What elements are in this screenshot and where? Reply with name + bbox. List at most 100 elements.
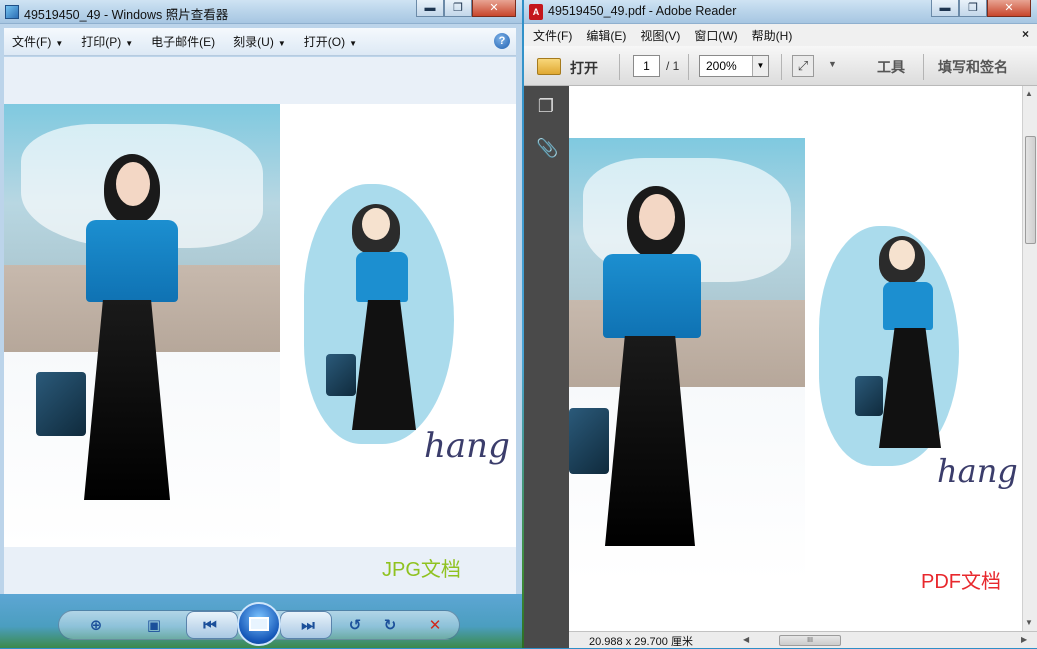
page-total: / 1 [666, 59, 680, 73]
blue-sweater [603, 254, 701, 338]
street-photo [4, 104, 280, 547]
vertical-scrollbar[interactable]: ▲ ▼ [1022, 86, 1037, 631]
maximize-icon: ❐ [453, 1, 463, 14]
close-icon: ✕ [489, 1, 499, 14]
adobe-reader-window: A 49519450_49.pdf - Adobe Reader ▬ ❐ ✕ 文… [524, 0, 1037, 648]
chevron-down-icon[interactable]: ▼ [828, 59, 837, 69]
close-icon: ✕ [1004, 1, 1014, 14]
woman-face [116, 162, 150, 206]
chevron-down-icon[interactable]: ▼ [752, 56, 768, 76]
zoom-value: 200% [706, 59, 737, 73]
attachment-icon[interactable]: 📎 [536, 138, 558, 160]
pdf-street-photo [569, 138, 805, 582]
maximize-button[interactable]: ❐ [959, 0, 987, 17]
blue-sweater [86, 220, 178, 302]
menu-help[interactable]: 帮助(H) [752, 27, 793, 44]
menu-print[interactable]: 打印(P) ▼ [81, 33, 133, 50]
menu-file[interactable]: 文件(F) ▼ [12, 33, 63, 50]
illustration-bag [326, 354, 356, 396]
illustration-signature: hang [424, 426, 510, 466]
fashion-illustration: hang [294, 164, 510, 524]
scroll-down-icon[interactable]: ▼ [1025, 618, 1033, 627]
viewer-window-controls: ▬ ❐ ✕ [416, 0, 516, 17]
menu-burn-label: 刻录(U) [233, 35, 274, 49]
maximize-icon: ❐ [968, 1, 978, 14]
pdf-caption: PDF文档 [921, 571, 1001, 593]
actual-size-icon[interactable]: ▣ [142, 614, 166, 636]
slideshow-icon [249, 617, 269, 631]
pdf-document-view[interactable]: hang PDF文档 [569, 86, 1022, 631]
chevron-down-icon: ▼ [55, 39, 64, 48]
illustration-face [889, 240, 915, 270]
menu-open[interactable]: 打开(O) ▼ [304, 33, 357, 50]
toolbar-divider [781, 54, 782, 80]
reader-status-bar: 20.988 x 29.700 厘米 ◀ III ▶ [569, 631, 1037, 648]
woman-face [639, 194, 675, 240]
adobe-reader-icon: A [529, 4, 543, 20]
zoom-select[interactable]: 200% ▼ [699, 55, 769, 77]
fill-and-sign-button[interactable]: 填写和签名 [938, 57, 1008, 77]
reader-window-controls: ▬ ❐ ✕ [931, 0, 1031, 17]
menu-file[interactable]: 文件(F) [533, 27, 572, 44]
menu-email-label: 电子邮件(E) [151, 35, 216, 49]
rotate-right-icon[interactable]: ↻ [378, 614, 402, 636]
horizontal-scroll-thumb[interactable]: III [779, 635, 841, 646]
page-number-input[interactable]: 1 [633, 55, 660, 77]
slideshow-button[interactable] [237, 602, 281, 646]
help-icon[interactable]: ? [494, 33, 510, 49]
next-icon: ⏭ [301, 616, 315, 634]
open-button[interactable]: 打开 [570, 58, 598, 78]
displayed-image: hang [4, 104, 516, 547]
pages-icon[interactable]: ❐ [536, 96, 556, 118]
menu-file-label: 文件(F) [12, 35, 52, 49]
zoom-icon[interactable]: ⊕ [84, 614, 108, 636]
viewer-canvas: hang JPG文档 [4, 57, 516, 594]
viewer-window-title: 49519450_49 - Windows 照片查看器 [24, 8, 229, 22]
menu-edit[interactable]: 编辑(E) [586, 27, 626, 44]
scroll-up-icon[interactable]: ▲ [1025, 89, 1033, 98]
vertical-scroll-thumb[interactable] [1025, 136, 1036, 244]
tools-button[interactable]: 工具 [877, 57, 905, 77]
maximize-button[interactable]: ❐ [444, 0, 472, 17]
scroll-right-icon[interactable]: ▶ [1021, 635, 1027, 644]
photo-viewer-window: 49519450_49 - Windows 照片查看器 ▬ ❐ ✕ 文件(F) ▼… [0, 0, 522, 648]
chevron-down-icon: ▼ [277, 39, 286, 48]
illustration-face [362, 208, 390, 240]
folder-icon[interactable] [537, 58, 561, 75]
viewer-titlebar[interactable]: 49519450_49 - Windows 照片查看器 ▬ ❐ ✕ [0, 0, 522, 24]
previous-icon: ⏮ [203, 616, 217, 634]
toolbar-divider [923, 54, 924, 80]
menu-email[interactable]: 电子邮件(E) [151, 33, 215, 50]
handbag [36, 372, 86, 436]
close-document-icon[interactable]: × [1022, 27, 1029, 41]
illustration-bag [855, 376, 883, 416]
menu-view[interactable]: 视图(V) [640, 27, 680, 44]
scroll-left-icon[interactable]: ◀ [743, 635, 749, 644]
page-dimensions: 20.988 x 29.700 厘米 [589, 636, 693, 648]
menu-burn[interactable]: 刻录(U) ▼ [233, 33, 286, 50]
navigation-pane: ❐ 📎 [524, 86, 569, 648]
close-button[interactable]: ✕ [987, 0, 1031, 17]
reader-menubar: 文件(F) 编辑(E) 视图(V) 窗口(W) 帮助(H) [524, 24, 1037, 46]
menu-print-label: 打印(P) [81, 35, 122, 49]
delete-icon[interactable]: ✕ [423, 614, 447, 636]
menu-open-label: 打开(O) [303, 35, 346, 49]
minimize-button[interactable]: ▬ [931, 0, 959, 17]
illustration-signature: hang [937, 452, 1018, 490]
chevron-down-icon: ▼ [125, 39, 134, 48]
minimize-button[interactable]: ▬ [416, 0, 444, 17]
reader-titlebar[interactable]: A 49519450_49.pdf - Adobe Reader ▬ ❐ ✕ [524, 0, 1037, 24]
chevron-down-icon: ▼ [349, 39, 358, 48]
menu-window[interactable]: 窗口(W) [694, 27, 737, 44]
viewer-menubar: 文件(F) ▼ 打印(P) ▼ 电子邮件(E) 刻录(U) ▼ 打开(O) ▼ ? [4, 28, 516, 56]
toolbar-divider [619, 54, 620, 80]
fit-page-icon[interactable]: ⤢ [792, 55, 814, 77]
minimize-icon: ▬ [424, 1, 436, 14]
reader-window-title: 49519450_49.pdf - Adobe Reader [548, 4, 737, 18]
jpg-caption: JPG文档 [382, 559, 461, 581]
rotate-left-icon[interactable]: ↺ [343, 614, 367, 636]
photo-viewer-app-icon [5, 5, 19, 19]
reader-toolbar: 打开 1 / 1 200% ▼ ⤢ ▼ 工具 填写和签名 [524, 46, 1037, 86]
close-button[interactable]: ✕ [472, 0, 516, 17]
pdf-fashion-illustration: hang [819, 216, 1019, 536]
